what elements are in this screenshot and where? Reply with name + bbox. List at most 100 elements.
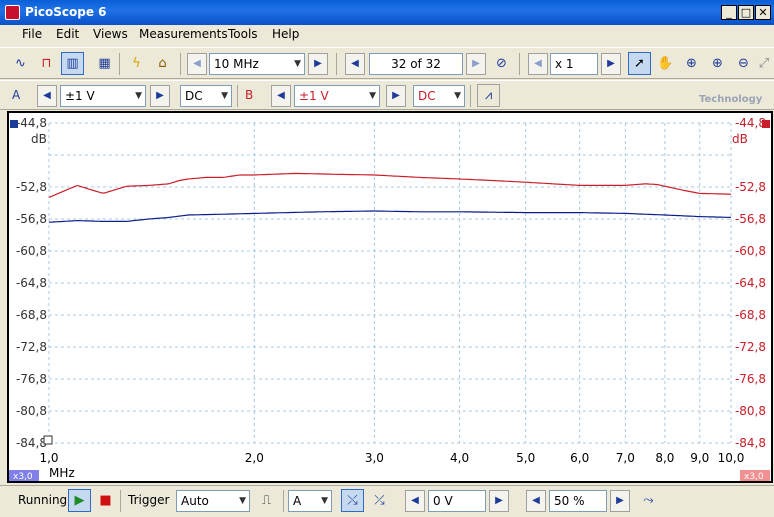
buffer-navigator-icon[interactable]: ⊘ <box>490 52 513 75</box>
menu-tools[interactable]: Tools <box>228 27 258 41</box>
plot-labels: 1,0 2,0 3,0 4,0 5,0 6,0 7,0 8,0 9,0 10,0 -44,8 -44,… <box>16 116 766 465</box>
timebase-next-button[interactable]: ▶ <box>308 53 328 75</box>
trigger-source-select[interactable]: A ▼ <box>288 490 332 512</box>
channel-b-range-prev-button[interactable]: ◀ <box>271 85 291 107</box>
pretrigger-next-button[interactable]: ▶ <box>610 490 630 512</box>
menu-edit[interactable]: Edit <box>56 27 79 41</box>
zoom-fit-icon[interactable]: ⤢ <box>755 52 773 75</box>
channel-a-coupling-select[interactable]: DC ▼ <box>180 85 232 107</box>
advanced-trigger-icon[interactable]: ⎍ <box>255 489 278 512</box>
minimize-button[interactable]: _ <box>721 5 737 20</box>
plot-grid <box>48 122 732 444</box>
menu-bar: File Edit Views Measurements Tools Help <box>0 25 774 46</box>
spectrum-plot[interactable]: 1,0 2,0 3,0 4,0 5,0 6,0 7,0 8,0 9,0 10,0 -44,8 -44,… <box>9 113 771 481</box>
y-tick-label-right: -84,8 <box>735 436 766 450</box>
scope-view[interactable]: 1,0 2,0 3,0 4,0 5,0 6,0 7,0 8,0 9,0 10,0 -44,8 -44,… <box>7 111 773 483</box>
scope-mode-icon[interactable]: ∿ <box>9 52 32 75</box>
channel-a-range-next-button[interactable]: ▶ <box>150 85 170 107</box>
rising-edge-icon[interactable]: ⤯ <box>341 489 364 512</box>
right-unit-label: dB <box>732 132 748 146</box>
toolbar-separator <box>119 53 120 75</box>
y-tick-label-left: -84,8 <box>16 436 47 450</box>
channel-b-axis-marker[interactable] <box>762 120 770 128</box>
chevron-down-icon: ▼ <box>321 496 328 506</box>
zoom-region-icon[interactable]: ⊕ <box>680 52 703 75</box>
chevron-down-icon: ▼ <box>135 91 142 101</box>
zoom-out-icon[interactable]: ⊖ <box>732 52 755 75</box>
trigger-mode-value: Auto <box>181 494 209 508</box>
lightning-icon[interactable]: ϟ <box>125 52 148 75</box>
channel-b-range-select[interactable]: ±1 V ▼ <box>294 85 380 107</box>
channel-a-axis-marker[interactable] <box>10 120 18 128</box>
timebase-select[interactable]: 10 MHz ▼ <box>209 53 305 75</box>
chevron-down-icon: ▼ <box>294 59 301 69</box>
maximize-button[interactable]: □ <box>738 5 754 20</box>
zoom-in-icon[interactable]: ⊕ <box>706 52 729 75</box>
plot-series <box>48 172 732 223</box>
home-icon[interactable]: ⌂ <box>151 52 174 75</box>
pointer-tool-icon[interactable]: ➚ <box>628 52 651 75</box>
hand-tool-icon[interactable]: ✋ <box>654 52 677 75</box>
channel-a-range-prev-button[interactable]: ◀ <box>37 85 57 107</box>
zoom-prev-button[interactable]: ◀ <box>528 53 548 75</box>
trigger-level-next-button[interactable]: ▶ <box>489 490 509 512</box>
y-tick-label-right: -68,8 <box>735 308 766 322</box>
y-tick-label-left: -80,8 <box>16 404 47 418</box>
stop-button[interactable]: ■ <box>94 489 117 512</box>
y-tick-label-right: -52,8 <box>735 180 766 194</box>
buffer-next-button[interactable]: ▶ <box>466 53 486 75</box>
y-tick-label-left: -56,8 <box>16 212 47 226</box>
spectrum-mode-icon[interactable]: ▥ <box>61 52 84 75</box>
x-tick-label: 1,0 <box>39 451 58 465</box>
channel-b-coupling-value: DC <box>418 89 436 103</box>
window-title: PicoScope 6 <box>25 5 107 19</box>
pretrigger-field[interactable]: 50 % <box>549 490 607 512</box>
start-button[interactable]: ▶ <box>68 489 91 512</box>
menu-measurements[interactable]: Measurements <box>139 27 228 41</box>
x-tick-label: 2,0 <box>245 451 264 465</box>
y-tick-label-left: -44,8 <box>16 116 47 130</box>
buffer-prev-button[interactable]: ◀ <box>345 53 365 75</box>
y-tick-label-left: -64,8 <box>16 276 47 290</box>
y-tick-label-left: -76,8 <box>16 372 47 386</box>
math-channel-icon[interactable]: ⩘ <box>477 84 500 107</box>
toolbar-separator <box>237 85 238 107</box>
zoom-next-button[interactable]: ▶ <box>601 53 621 75</box>
status-bar: Running ▶ ■ Trigger Auto ▼ ⎍ A ▼ ⤯ ⤰ ◀ 0 V… <box>0 485 774 517</box>
chevron-down-icon: ▼ <box>221 91 228 101</box>
menu-help[interactable]: Help <box>272 27 299 41</box>
zoom-field[interactable]: x 1 <box>550 53 598 75</box>
trace-channel-a <box>48 210 732 223</box>
channel-b-range-next-button[interactable]: ▶ <box>386 85 406 107</box>
chevron-down-icon: ▼ <box>239 496 246 506</box>
pretrigger-prev-button[interactable]: ◀ <box>526 490 546 512</box>
toolbar-separator <box>519 53 520 75</box>
close-button[interactable]: ✕ <box>755 5 771 20</box>
y-tick-label-right: -44,8 <box>735 116 766 130</box>
persistence-mode-icon[interactable]: ⊓ <box>35 52 58 75</box>
y-tick-label-left: -52,8 <box>16 180 47 194</box>
falling-edge-icon[interactable]: ⤰ <box>368 489 391 512</box>
trigger-mode-select[interactable]: Auto ▼ <box>176 490 250 512</box>
menu-views[interactable]: Views <box>93 27 128 41</box>
channel-a-range-select[interactable]: ±1 V ▼ <box>60 85 146 107</box>
x-tick-label: 5,0 <box>516 451 535 465</box>
x-tick-label: 9,0 <box>690 451 709 465</box>
x-tick-label: 6,0 <box>570 451 589 465</box>
channel-b-coupling-select[interactable]: DC ▼ <box>413 85 465 107</box>
toolbar-separator <box>120 490 121 512</box>
trigger-source-value: A <box>293 494 302 508</box>
title-bar[interactable]: PicoScope 6 _ □ ✕ <box>0 0 774 25</box>
origin-handle[interactable] <box>43 435 53 445</box>
x-tick-label: 7,0 <box>616 451 635 465</box>
spectrum-view-icon[interactable]: ▦ <box>93 52 116 75</box>
trigger-level-prev-button[interactable]: ◀ <box>405 490 425 512</box>
x-unit-label: MHz <box>49 466 75 480</box>
buffer-index-field[interactable]: 32 of 32 <box>369 53 463 75</box>
trigger-level-field[interactable]: 0 V <box>428 490 486 512</box>
y-tick-label-right: -60,8 <box>735 244 766 258</box>
timebase-prev-button[interactable]: ◀ <box>187 53 207 75</box>
menu-file[interactable]: File <box>22 27 42 41</box>
right-scale-label: x3,0 <box>744 472 764 481</box>
trigger-delay-icon[interactable]: ⤳ <box>637 489 660 512</box>
